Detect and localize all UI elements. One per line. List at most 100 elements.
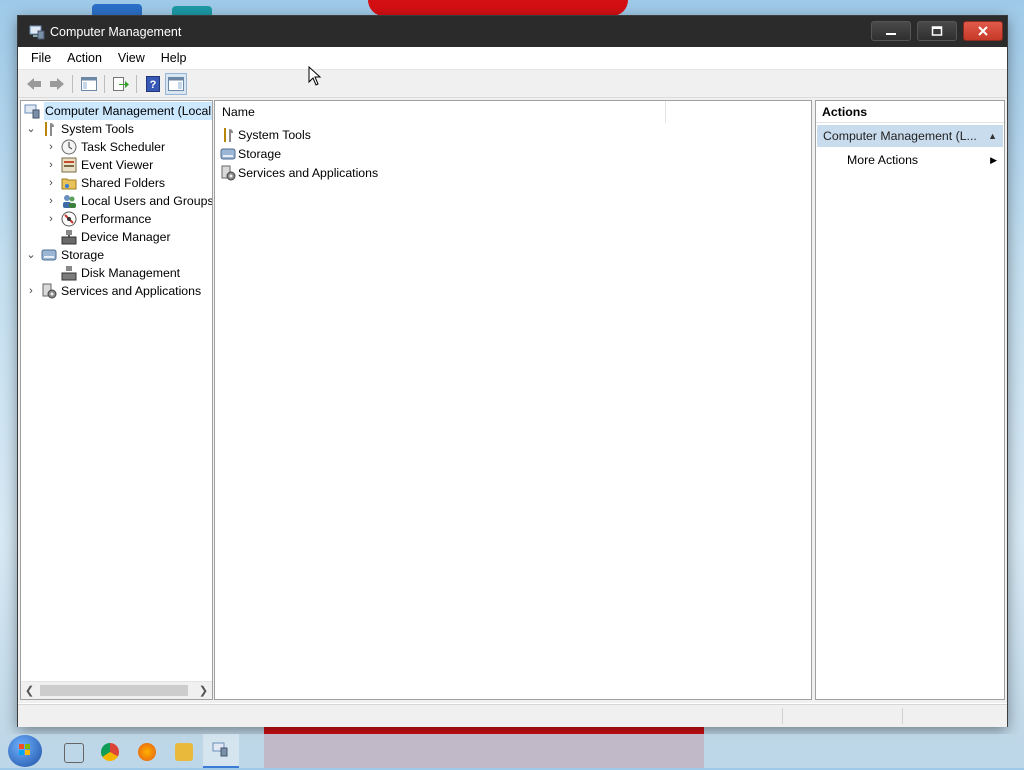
action-label: More Actions bbox=[847, 153, 919, 167]
horizontal-scrollbar[interactable]: ❮ ❯ bbox=[21, 681, 212, 699]
back-icon[interactable] bbox=[23, 73, 45, 95]
column-header-name[interactable]: Name bbox=[215, 101, 666, 123]
menu-help[interactable]: Help bbox=[153, 47, 195, 69]
help-icon[interactable]: ? bbox=[142, 73, 164, 95]
computer-management-icon bbox=[29, 24, 45, 40]
chevron-right-icon[interactable]: › bbox=[45, 210, 57, 228]
tree-item-disk-management[interactable]: Disk Management bbox=[45, 264, 180, 282]
toolbar: ? bbox=[18, 70, 1007, 98]
title-bar[interactable]: Computer Management bbox=[18, 16, 1007, 47]
task-view-icon[interactable] bbox=[64, 743, 84, 763]
clock-icon bbox=[61, 139, 77, 155]
chevron-right-icon[interactable]: › bbox=[45, 156, 57, 174]
tree-item-services-and-applications[interactable]: › Services and Applications bbox=[25, 282, 201, 300]
tree-item-local-users-and-groups[interactable]: › Local Users and Groups bbox=[45, 192, 213, 210]
collapse-up-icon[interactable]: ▲ bbox=[988, 125, 997, 147]
tree-item-label: Shared Folders bbox=[81, 176, 166, 190]
taskbar bbox=[0, 734, 1024, 768]
list-item-label: Services and Applications bbox=[238, 165, 379, 180]
window-title: Computer Management bbox=[50, 24, 182, 39]
chevron-right-icon[interactable]: › bbox=[45, 192, 57, 210]
close-button[interactable] bbox=[963, 21, 1003, 41]
actions-title: Actions bbox=[816, 101, 1004, 123]
menu-action[interactable]: Action bbox=[59, 47, 110, 69]
tree-item-device-manager[interactable]: Device Manager bbox=[45, 228, 171, 246]
wallpaper-red-shape bbox=[368, 0, 628, 16]
chevron-right-icon[interactable]: › bbox=[25, 282, 37, 300]
toolbar-separator bbox=[136, 74, 137, 93]
toolbar-separator bbox=[104, 74, 105, 93]
console-tree[interactable]: Computer Management (Local ⌄ System Tool… bbox=[20, 100, 213, 700]
shared-folder-icon bbox=[61, 175, 77, 191]
maximize-button[interactable] bbox=[917, 21, 957, 41]
list-item-label: Storage bbox=[238, 146, 282, 161]
actions-section-header[interactable]: Computer Management (L... ▲ bbox=[817, 125, 1003, 147]
mouse-cursor-icon bbox=[308, 66, 322, 86]
chevron-down-icon[interactable]: ⌄ bbox=[25, 120, 37, 138]
file-explorer-icon[interactable] bbox=[175, 743, 193, 761]
storage-icon bbox=[41, 247, 57, 263]
services-icon bbox=[41, 283, 57, 299]
scroll-left-icon[interactable]: ❮ bbox=[21, 682, 38, 699]
computer-management-icon bbox=[24, 103, 40, 119]
export-list-icon[interactable] bbox=[110, 73, 132, 95]
tree-item-label: Device Manager bbox=[81, 230, 171, 244]
performance-icon bbox=[61, 211, 77, 227]
tree-item-computer-management[interactable]: Computer Management (Local bbox=[24, 102, 212, 120]
tree-item-label: Local Users and Groups bbox=[81, 194, 213, 208]
more-actions-item[interactable]: More Actions ▶ bbox=[847, 149, 997, 171]
tree-item-label: Computer Management (Local bbox=[44, 102, 212, 120]
tree-item-label: System Tools bbox=[61, 122, 134, 136]
minimize-button[interactable] bbox=[871, 21, 911, 41]
device-manager-icon bbox=[61, 229, 77, 245]
status-bar bbox=[18, 704, 1007, 727]
tools-icon bbox=[41, 121, 57, 137]
tree-item-label: Storage bbox=[61, 248, 105, 262]
menu-view[interactable]: View bbox=[110, 47, 153, 69]
list-item[interactable]: Services and Applications bbox=[220, 163, 378, 182]
tree-item-label: Task Scheduler bbox=[81, 140, 166, 154]
menu-bar: File Action View Help bbox=[18, 47, 1007, 70]
results-pane[interactable]: Name System Tools Storage Services and A… bbox=[214, 100, 812, 700]
status-segment bbox=[902, 708, 903, 724]
forward-icon[interactable] bbox=[46, 73, 68, 95]
taskbar-computer-management-button[interactable] bbox=[203, 734, 239, 768]
tree-item-shared-folders[interactable]: › Shared Folders bbox=[45, 174, 165, 192]
svg-text:?: ? bbox=[150, 79, 157, 91]
tree-item-task-scheduler[interactable]: › Task Scheduler bbox=[45, 138, 165, 156]
column-header-empty[interactable] bbox=[666, 101, 811, 123]
firefox-icon[interactable] bbox=[138, 743, 156, 761]
chevron-right-icon[interactable]: › bbox=[45, 174, 57, 192]
submenu-arrow-icon: ▶ bbox=[990, 155, 997, 165]
tree-item-storage[interactable]: ⌄ Storage bbox=[25, 246, 104, 264]
tree-item-system-tools[interactable]: ⌄ System Tools bbox=[25, 120, 134, 138]
start-button[interactable] bbox=[8, 735, 42, 767]
scrollbar-thumb[interactable] bbox=[40, 685, 188, 696]
users-icon bbox=[61, 193, 77, 209]
list-header: Name bbox=[215, 101, 811, 123]
tree-item-label: Performance bbox=[81, 212, 152, 226]
status-segment bbox=[782, 708, 783, 724]
actions-pane: Actions Computer Management (L... ▲ More… bbox=[815, 100, 1005, 700]
list-item-label: System Tools bbox=[238, 127, 311, 142]
tree-item-label: Disk Management bbox=[81, 266, 181, 280]
chevron-right-icon[interactable]: › bbox=[45, 138, 57, 156]
tree-item-event-viewer[interactable]: › Event Viewer bbox=[45, 156, 153, 174]
event-viewer-icon bbox=[61, 157, 77, 173]
list-item[interactable]: System Tools bbox=[220, 125, 311, 144]
tools-icon bbox=[220, 127, 236, 143]
chevron-down-icon[interactable]: ⌄ bbox=[25, 246, 37, 264]
menu-file[interactable]: File bbox=[23, 47, 59, 69]
toolbar-separator bbox=[72, 74, 73, 93]
storage-icon bbox=[220, 146, 236, 162]
actions-section-label: Computer Management (L... bbox=[823, 129, 977, 143]
disk-icon bbox=[61, 265, 77, 281]
computer-management-window: Computer Management File Action View Hel… bbox=[18, 16, 1007, 727]
tree-item-label: Services and Applications bbox=[61, 284, 202, 298]
tree-item-performance[interactable]: › Performance bbox=[45, 210, 151, 228]
chrome-icon[interactable] bbox=[101, 743, 119, 761]
show-hide-console-tree-icon[interactable] bbox=[78, 73, 100, 95]
list-item[interactable]: Storage bbox=[220, 144, 281, 163]
show-hide-action-pane-icon[interactable] bbox=[165, 72, 187, 95]
scroll-right-icon[interactable]: ❯ bbox=[195, 682, 212, 699]
